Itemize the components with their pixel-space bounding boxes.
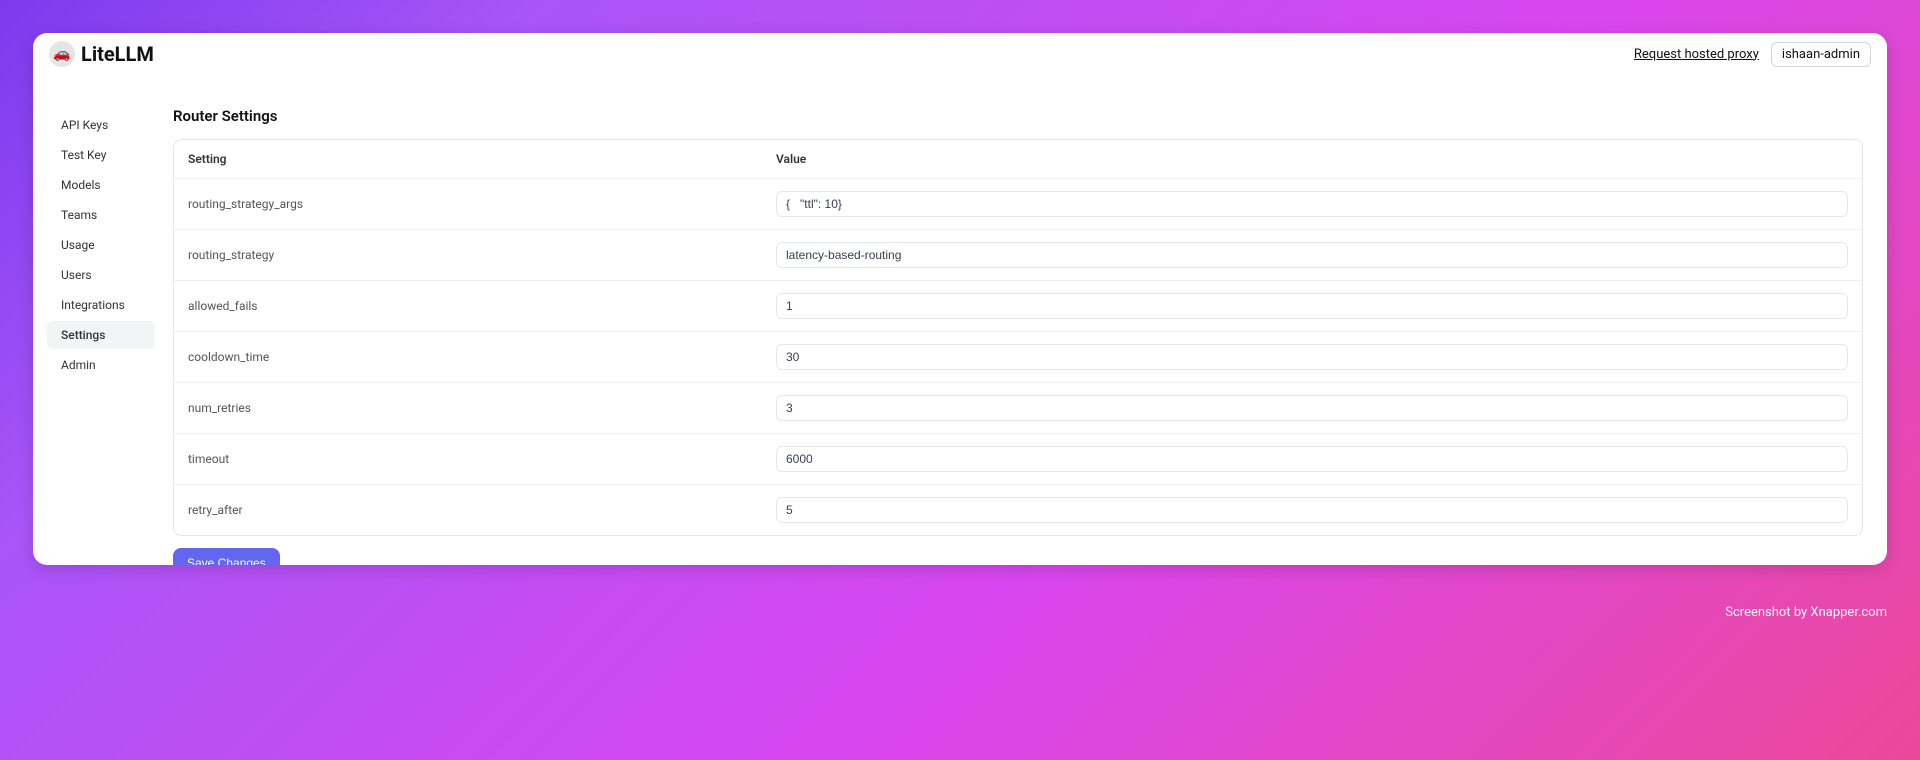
column-header-value: Value: [776, 152, 1848, 166]
setting-input-retry_after[interactable]: [776, 497, 1848, 523]
setting-input-allowed_fails[interactable]: [776, 293, 1848, 319]
setting-row-timeout: timeout: [174, 434, 1862, 485]
setting-value-cell: [776, 293, 1848, 319]
setting-value-cell: [776, 395, 1848, 421]
setting-input-num_retries[interactable]: [776, 395, 1848, 421]
sidebar-item-test-key[interactable]: Test Key: [47, 141, 155, 169]
column-header-setting: Setting: [188, 152, 776, 166]
setting-input-routing_strategy_args[interactable]: [776, 191, 1848, 217]
setting-input-routing_strategy[interactable]: [776, 242, 1848, 268]
brand-logo: 🚗 LiteLLM: [49, 41, 154, 67]
app-window: 🚗 LiteLLM Request hosted proxy ishaan-ad…: [33, 33, 1887, 565]
screenshot-watermark: Screenshot by Xnapper.com: [1725, 605, 1887, 620]
sidebar: API KeysTest KeyModelsTeamsUsageUsersInt…: [47, 67, 155, 565]
setting-key: routing_strategy: [188, 248, 776, 262]
brand-name: LiteLLM: [81, 42, 154, 66]
main-content: Router Settings Setting Value routing_st…: [155, 67, 1887, 565]
setting-row-cooldown_time: cooldown_time: [174, 332, 1862, 383]
setting-key: routing_strategy_args: [188, 197, 776, 211]
topbar: 🚗 LiteLLM Request hosted proxy ishaan-ad…: [33, 33, 1887, 67]
setting-value-cell: [776, 446, 1848, 472]
sidebar-item-admin[interactable]: Admin: [47, 351, 155, 379]
sidebar-item-api-keys[interactable]: API Keys: [47, 111, 155, 139]
sidebar-item-teams[interactable]: Teams: [47, 201, 155, 229]
app-body: API KeysTest KeyModelsTeamsUsageUsersInt…: [33, 67, 1887, 565]
page-title: Router Settings: [173, 107, 1863, 125]
setting-value-cell: [776, 191, 1848, 217]
setting-row-num_retries: num_retries: [174, 383, 1862, 434]
setting-value-cell: [776, 497, 1848, 523]
setting-key: retry_after: [188, 503, 776, 517]
setting-row-routing_strategy: routing_strategy: [174, 230, 1862, 281]
setting-key: cooldown_time: [188, 350, 776, 364]
setting-input-cooldown_time[interactable]: [776, 344, 1848, 370]
setting-row-retry_after: retry_after: [174, 485, 1862, 535]
table-header: Setting Value: [174, 140, 1862, 179]
setting-value-cell: [776, 344, 1848, 370]
topbar-right: Request hosted proxy ishaan-admin: [1634, 42, 1871, 67]
settings-table: Setting Value routing_strategy_argsrouti…: [173, 139, 1863, 536]
setting-input-timeout[interactable]: [776, 446, 1848, 472]
save-changes-button[interactable]: Save Changes: [173, 548, 280, 565]
setting-row-allowed_fails: allowed_fails: [174, 281, 1862, 332]
setting-key: allowed_fails: [188, 299, 776, 313]
sidebar-item-models[interactable]: Models: [47, 171, 155, 199]
sidebar-item-integrations[interactable]: Integrations: [47, 291, 155, 319]
sidebar-item-usage[interactable]: Usage: [47, 231, 155, 259]
user-menu[interactable]: ishaan-admin: [1771, 42, 1871, 67]
sidebar-item-settings[interactable]: Settings: [47, 321, 155, 349]
setting-key: timeout: [188, 452, 776, 466]
request-hosted-proxy-link[interactable]: Request hosted proxy: [1634, 47, 1759, 62]
setting-key: num_retries: [188, 401, 776, 415]
sidebar-item-users[interactable]: Users: [47, 261, 155, 289]
brand-icon: 🚗: [49, 41, 75, 67]
setting-value-cell: [776, 242, 1848, 268]
setting-row-routing_strategy_args: routing_strategy_args: [174, 179, 1862, 230]
